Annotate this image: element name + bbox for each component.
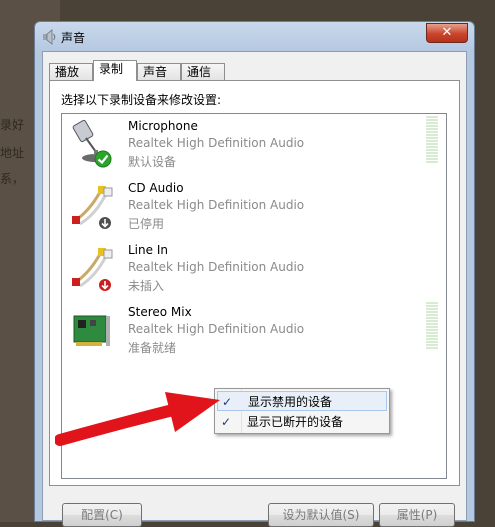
device-status: 未插入 [128, 279, 165, 293]
list-item[interactable]: Microphone Realtek High Definition Audio… [62, 114, 446, 172]
tab-sounds[interactable]: 声音 [137, 63, 181, 80]
close-icon: ✕ [441, 25, 453, 40]
tab-playback[interactable]: 播放 [49, 63, 93, 80]
device-name: Microphone [128, 119, 198, 133]
tab-recording[interactable]: 录制 [93, 60, 137, 81]
background-text: 地址 [0, 146, 25, 160]
speaker-icon [43, 29, 56, 45]
device-status: 已停用 [128, 217, 165, 231]
instruction-text: 选择以下录制设备来修改设置: [61, 93, 222, 107]
device-name: CD Audio [128, 181, 184, 195]
default-check-icon [94, 150, 112, 168]
device-name: Line In [128, 243, 168, 257]
disabled-arrow-icon [99, 217, 111, 229]
device-status: 默认设备 [128, 155, 177, 169]
properties-button[interactable]: 属性(P) [379, 503, 455, 527]
menu-item-label: 显示禁用的设备 [248, 395, 333, 409]
background-text: 系， [0, 172, 25, 186]
level-meter [426, 116, 438, 164]
device-driver: Realtek High Definition Audio [128, 198, 305, 212]
list-item[interactable]: CD Audio Realtek High Definition Audio 已… [62, 176, 446, 234]
device-driver: Realtek High Definition Audio [128, 322, 305, 336]
context-menu: ✓ 显示禁用的设备 ✓ 显示已断开的设备 [214, 388, 390, 434]
level-meter [426, 302, 438, 350]
device-status: 准备就绪 [128, 341, 177, 355]
red-arrow-annotation [55, 392, 220, 446]
menu-item-show-disconnected[interactable]: ✓ 显示已断开的设备 [217, 412, 387, 432]
tab-communications[interactable]: 通信 [181, 63, 225, 80]
menu-item-label: 显示已断开的设备 [247, 415, 344, 429]
close-button[interactable]: ✕ [426, 23, 468, 43]
title-bar[interactable]: 声音 ✕ [35, 22, 474, 50]
menu-item-show-disabled[interactable]: ✓ 显示禁用的设备 [217, 391, 387, 411]
window-title: 声音 [61, 31, 86, 45]
device-driver: Realtek High Definition Audio [128, 136, 305, 150]
sound-card-icon [73, 315, 110, 346]
set-default-button[interactable]: 设为默认值(S) [268, 503, 374, 527]
device-driver: Realtek High Definition Audio [128, 260, 305, 274]
list-item[interactable]: Stereo Mix Realtek High Definition Audio… [62, 300, 446, 358]
configure-button[interactable]: 配置(C) [62, 503, 142, 527]
background-text: 录好 [0, 118, 25, 132]
device-name: Stereo Mix [128, 305, 192, 319]
list-item[interactable]: Line In Realtek High Definition Audio 未插… [62, 238, 446, 296]
unplugged-arrow-icon [99, 279, 111, 291]
